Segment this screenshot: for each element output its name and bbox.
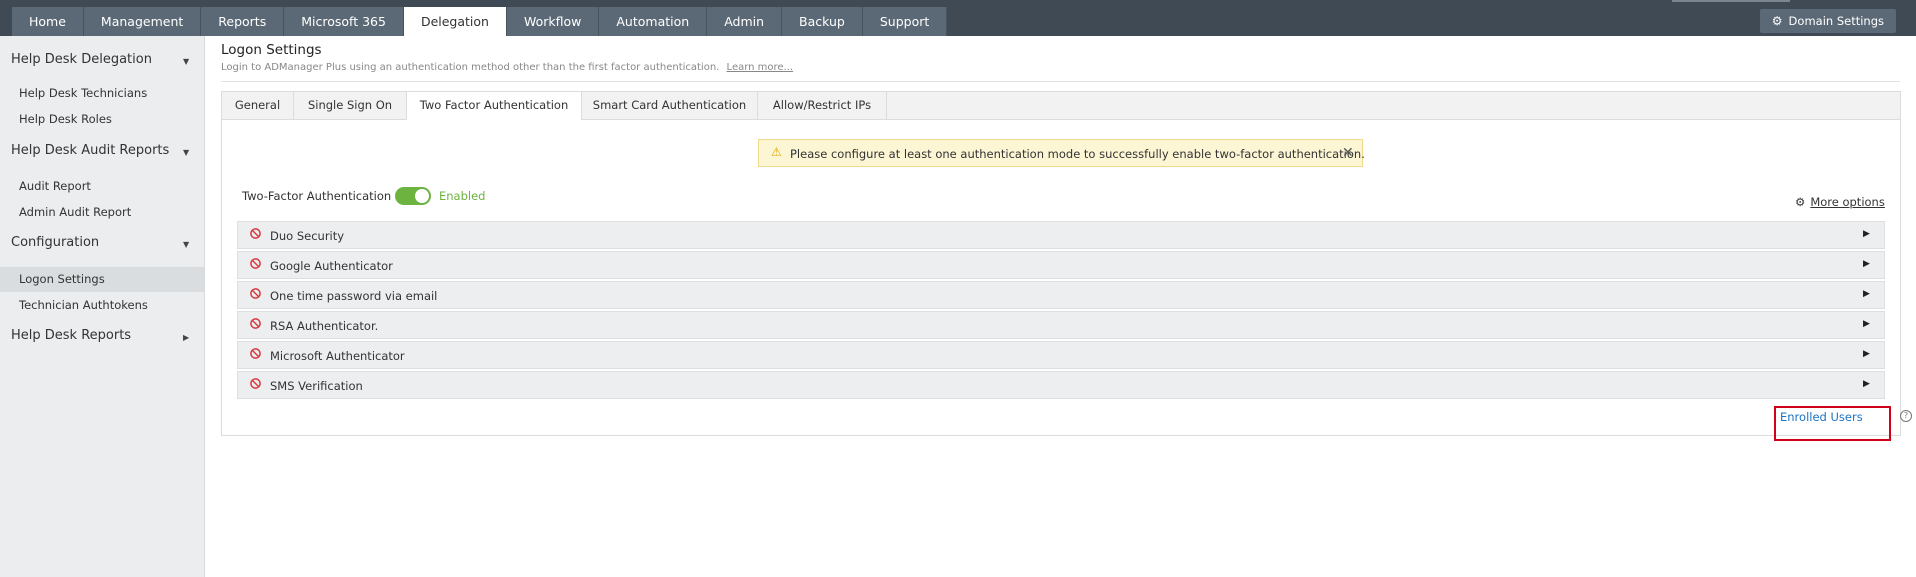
more-options-link[interactable]: ⚙ More options <box>1795 195 1885 209</box>
sidebar-section-help-desk-reports[interactable]: Help Desk Reports <box>11 328 131 343</box>
alert-message: Please configure at least one authentica… <box>790 147 1365 161</box>
method-row-google-authenticator[interactable]: Google Authenticator ▶ <box>237 251 1885 279</box>
subtab-single-sign-on[interactable]: Single Sign On <box>294 92 407 119</box>
sidebar-item-logon-settings[interactable]: Logon Settings <box>19 272 105 286</box>
method-label: One time password via email <box>270 289 438 303</box>
disabled-icon <box>250 258 261 269</box>
method-row-rsa-authenticator[interactable]: RSA Authenticator. ▶ <box>237 311 1885 339</box>
two-factor-label: Two-Factor Authentication <box>242 189 392 203</box>
subtab-smart-card-authentication[interactable]: Smart Card Authentication <box>582 92 758 119</box>
tab-automation[interactable]: Automation <box>599 7 708 36</box>
close-icon[interactable]: ✕ <box>1342 145 1354 161</box>
two-factor-toggle[interactable] <box>395 187 431 205</box>
caret-down-icon[interactable]: ▼ <box>183 57 189 66</box>
caret-right-icon: ▶ <box>1863 229 1870 239</box>
method-label: RSA Authenticator. <box>270 319 379 333</box>
sidebar-item-help-desk-technicians[interactable]: Help Desk Technicians <box>19 86 147 100</box>
caret-down-icon[interactable]: ▼ <box>183 148 189 157</box>
disabled-icon <box>250 228 261 239</box>
warning-alert: ⚠ Please configure at least one authenti… <box>758 139 1365 167</box>
domain-settings-label: Domain Settings <box>1788 14 1884 28</box>
tab-admin[interactable]: Admin <box>707 7 783 36</box>
warning-icon: ⚠ <box>771 145 782 159</box>
main-tabs: Home Management Reports Microsoft 365 De… <box>12 7 948 36</box>
sidebar-section-help-desk-delegation[interactable]: Help Desk Delegation <box>11 52 152 67</box>
subtab-two-factor-authentication[interactable]: Two Factor Authentication <box>407 92 582 120</box>
caret-right-icon: ▶ <box>1863 289 1870 299</box>
gear-icon: ⚙ <box>1795 195 1806 209</box>
method-label: Duo Security <box>270 229 345 243</box>
tab-reports[interactable]: Reports <box>201 7 285 36</box>
subtab-general[interactable]: General <box>222 92 294 119</box>
tab-workflow[interactable]: Workflow <box>506 7 600 36</box>
topbar-accent-line <box>1672 0 1790 2</box>
sidebar-item-admin-audit-report[interactable]: Admin Audit Report <box>19 205 131 219</box>
page-title: Logon Settings <box>221 42 322 58</box>
caret-right-icon[interactable]: ▶ <box>183 333 189 342</box>
method-label: Microsoft Authenticator <box>270 349 405 363</box>
sidebar-section-help-desk-audit-reports[interactable]: Help Desk Audit Reports <box>11 143 169 158</box>
method-label: Google Authenticator <box>270 259 393 273</box>
method-row-duo-security[interactable]: Duo Security ▶ <box>237 221 1885 249</box>
tab-home[interactable]: Home <box>12 7 84 36</box>
tab-delegation[interactable]: Delegation <box>403 7 507 36</box>
caret-right-icon: ▶ <box>1863 379 1870 389</box>
sidebar: Help Desk Delegation ▼ Help Desk Technic… <box>0 36 205 577</box>
caret-right-icon: ▶ <box>1863 319 1870 329</box>
method-label: SMS Verification <box>270 379 363 393</box>
divider <box>221 81 1900 82</box>
method-row-microsoft-authenticator[interactable]: Microsoft Authenticator ▶ <box>237 341 1885 369</box>
help-icon[interactable]: ? <box>1900 410 1912 422</box>
domain-settings-button[interactable]: ⚙ Domain Settings <box>1759 9 1896 33</box>
method-row-email-otp[interactable]: One time password via email ▶ <box>237 281 1885 309</box>
more-options-label: More options <box>1810 195 1885 209</box>
method-row-sms-verification[interactable]: SMS Verification ▶ <box>237 371 1885 399</box>
learn-more-link[interactable]: Learn more... <box>727 62 794 73</box>
caret-down-icon[interactable]: ▼ <box>183 240 189 249</box>
gear-icon: ⚙ <box>1771 14 1783 28</box>
page-subtitle: Login to ADManager Plus using an authent… <box>221 62 793 73</box>
toggle-knob <box>415 189 429 203</box>
disabled-icon <box>250 348 261 359</box>
tab-backup[interactable]: Backup <box>782 7 863 36</box>
sidebar-item-help-desk-roles[interactable]: Help Desk Roles <box>19 112 112 126</box>
subtab-allow-restrict-ips[interactable]: Allow/Restrict IPs <box>758 92 887 119</box>
caret-right-icon: ▶ <box>1863 259 1870 269</box>
top-navigation-bar: Home Management Reports Microsoft 365 De… <box>0 0 1916 36</box>
sidebar-item-audit-report[interactable]: Audit Report <box>19 179 91 193</box>
tab-support[interactable]: Support <box>862 7 948 36</box>
enrolled-users-link[interactable]: Enrolled Users <box>1780 410 1863 424</box>
sidebar-item-technician-authtokens[interactable]: Technician Authtokens <box>19 298 148 312</box>
sidebar-section-configuration[interactable]: Configuration <box>11 235 99 250</box>
tab-microsoft-365[interactable]: Microsoft 365 <box>284 7 404 36</box>
disabled-icon <box>250 318 261 329</box>
tab-management[interactable]: Management <box>83 7 202 36</box>
caret-right-icon: ▶ <box>1863 349 1870 359</box>
page-subtitle-text: Login to ADManager Plus using an authent… <box>221 62 720 73</box>
disabled-icon <box>250 288 261 299</box>
two-factor-state: Enabled <box>439 189 486 203</box>
disabled-icon <box>250 378 261 389</box>
